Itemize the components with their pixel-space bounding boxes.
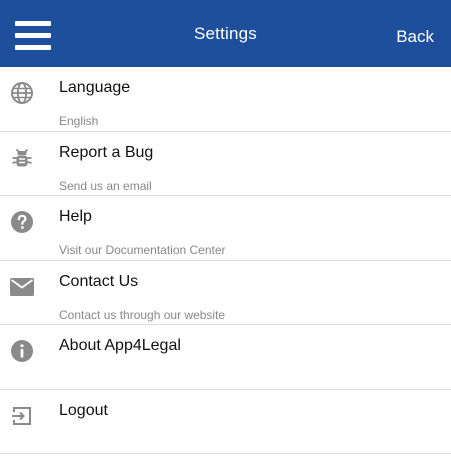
globe-icon bbox=[9, 80, 35, 106]
mail-icon bbox=[9, 274, 35, 300]
page-title: Settings bbox=[193, 24, 258, 43]
app-header: Settings Back bbox=[0, 0, 451, 67]
settings-item-subtitle: Send us an email bbox=[59, 178, 152, 193]
settings-item-label: Help bbox=[59, 208, 92, 225]
settings-item-subtitle: English bbox=[59, 114, 99, 128]
bug-icon bbox=[9, 145, 35, 171]
settings-list: Language English Report a Bug Send us an… bbox=[0, 67, 451, 454]
back-button[interactable]: Back bbox=[396, 27, 434, 47]
info-icon bbox=[9, 338, 35, 364]
logout-icon bbox=[9, 403, 35, 429]
settings-item-report-bug[interactable]: Report a Bug Send us an email bbox=[0, 132, 451, 196]
settings-item-label: Logout bbox=[59, 401, 108, 419]
settings-item-logout[interactable]: Logout bbox=[0, 390, 451, 454]
settings-item-about[interactable]: About App4Legal bbox=[0, 325, 451, 390]
settings-item-label: About App4Legal bbox=[59, 337, 181, 354]
settings-item-label: Contact Us bbox=[59, 272, 139, 290]
settings-item-contact-us[interactable]: Contact Us Contact us through our websit… bbox=[0, 261, 451, 325]
settings-item-label: Report a Bug bbox=[59, 143, 154, 161]
help-icon bbox=[9, 209, 35, 235]
settings-item-help[interactable]: Help Visit our Documentation Center bbox=[0, 196, 451, 261]
settings-item-subtitle: Visit our Documentation Center bbox=[59, 243, 226, 257]
settings-item-label: Language bbox=[59, 79, 131, 96]
settings-item-language[interactable]: Language English bbox=[0, 67, 451, 132]
settings-item-subtitle: Contact us through our website bbox=[59, 307, 226, 322]
